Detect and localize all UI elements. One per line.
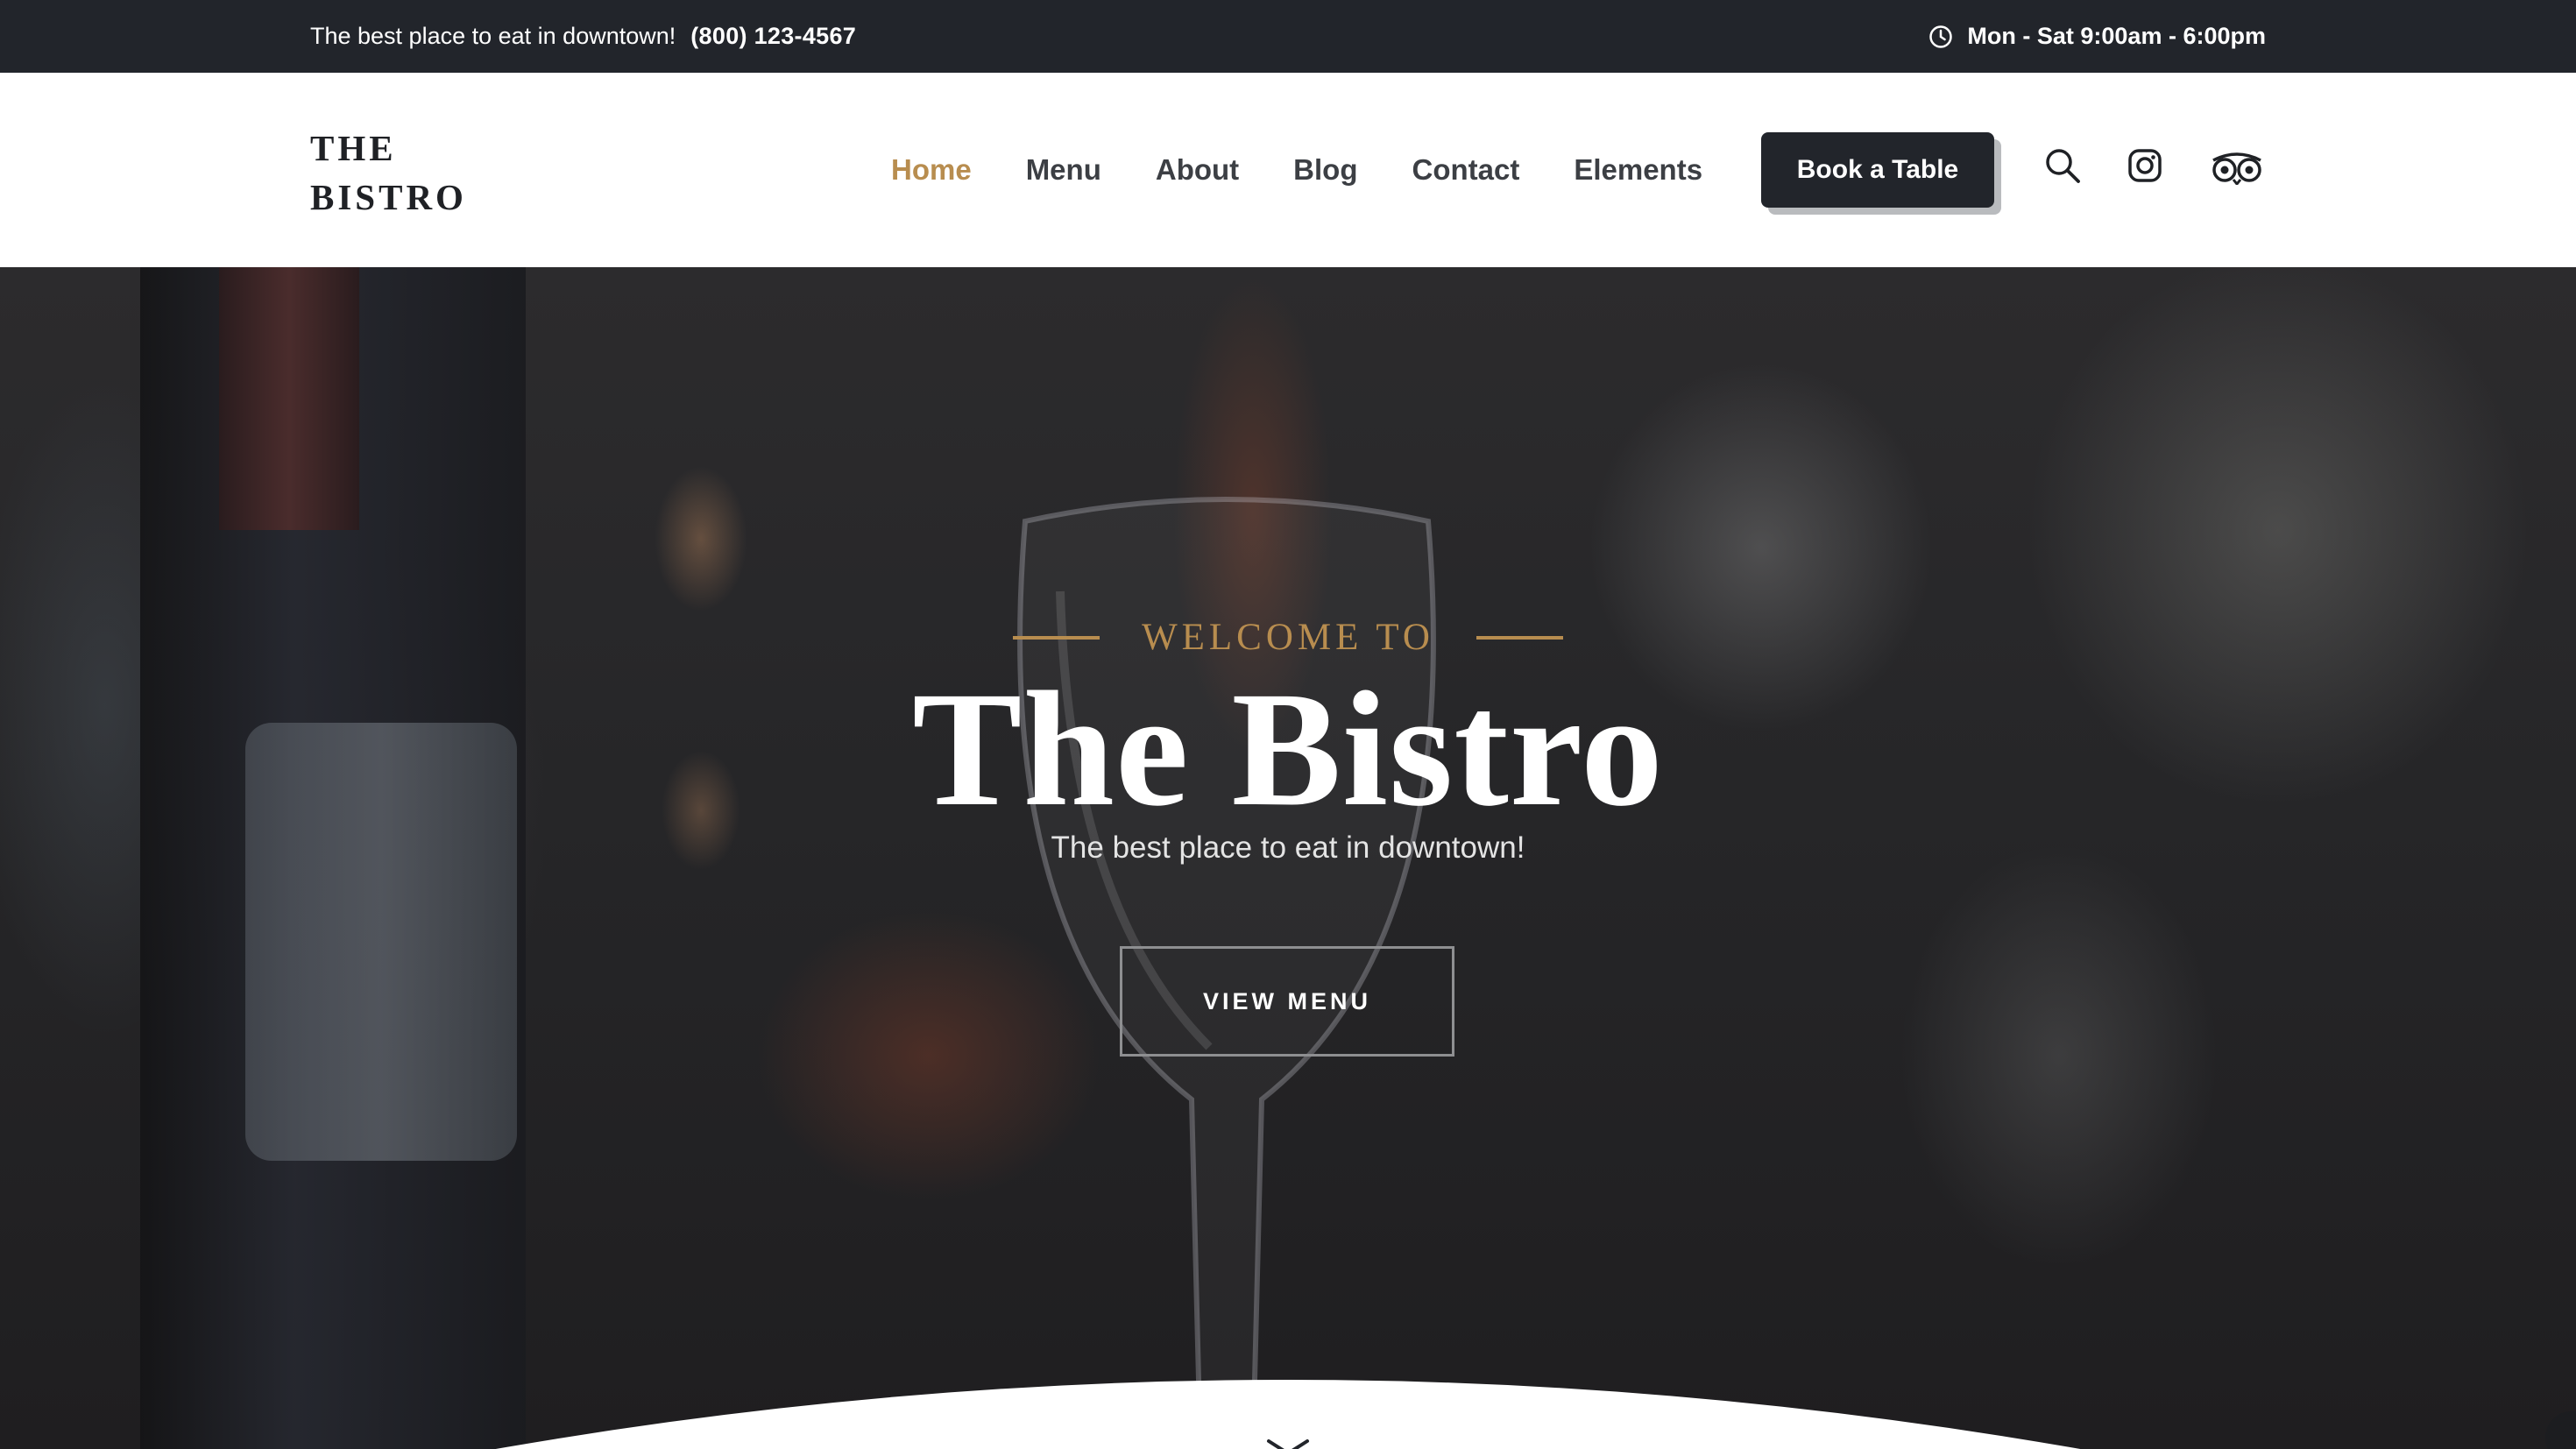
tripadvisor-icon[interactable]	[2210, 150, 2264, 185]
hero-title: The Bistro	[912, 657, 1664, 840]
nav-about[interactable]: About	[1156, 153, 1239, 187]
nav-menu[interactable]: Menu	[1026, 153, 1101, 187]
opening-hours: Mon - Sat 9:00am - 6:00pm	[1967, 23, 2266, 49]
site-logo[interactable]: THE BISTRO	[310, 124, 467, 222]
view-menu-button[interactable]: VIEW MENU	[1120, 946, 1454, 1057]
nav-elements[interactable]: Elements	[1574, 153, 1702, 187]
kicker-divider-left	[1013, 635, 1100, 640]
topbar-hours: Mon - Sat 9:00am - 6:00pm	[1928, 0, 2266, 73]
clock-icon	[1928, 25, 1953, 49]
hero-subtitle: The best place to eat in downtown!	[1051, 831, 1525, 865]
logo-line-1: THE	[310, 128, 397, 168]
logo-line-2: BISTRO	[310, 177, 467, 217]
hero-content: WELCOME TO The Bistro The best place to …	[0, 267, 2576, 1449]
hero-section: WELCOME TO The Bistro The best place to …	[0, 267, 2576, 1449]
hero-bottom-curve	[495, 1380, 2081, 1449]
site-header: THE BISTRO Home Menu About Blog Contact …	[0, 73, 2576, 267]
top-info-bar: The best place to eat in downtown! (800)…	[0, 0, 2576, 73]
chevron-down-icon[interactable]	[1265, 1438, 1311, 1449]
book-a-table-button[interactable]: Book a Table	[1761, 132, 1994, 208]
topbar-contact: The best place to eat in downtown! (800)…	[310, 0, 856, 73]
nav-home[interactable]: Home	[891, 153, 972, 187]
topbar-phone-link[interactable]: (800) 123-4567	[690, 23, 856, 50]
nav-blog[interactable]: Blog	[1293, 153, 1357, 187]
nav-contact[interactable]: Contact	[1412, 153, 1519, 187]
topbar-tagline: The best place to eat in downtown!	[310, 23, 676, 49]
main-nav: Home Menu About Blog Contact Elements	[891, 73, 1757, 267]
search-icon[interactable]	[2043, 146, 2082, 185]
instagram-icon[interactable]	[2127, 148, 2162, 183]
kicker-divider-right	[1476, 635, 1563, 640]
